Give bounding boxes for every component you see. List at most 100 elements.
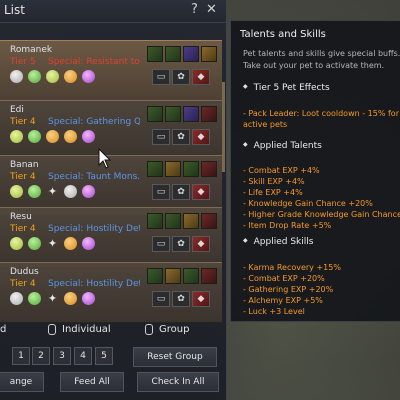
skill-icon xyxy=(82,292,95,305)
skill-icon xyxy=(28,237,41,250)
talent-line: - Life EXP +4% xyxy=(243,188,303,197)
skill-icon xyxy=(82,70,95,83)
reset-group-button[interactable]: Reset Group xyxy=(133,347,217,367)
pet-tier: Tier 4 xyxy=(10,279,36,289)
window-titlebar[interactable]: List ? ✕ xyxy=(0,0,226,23)
pet-tier: Tier 4 xyxy=(10,172,36,182)
talent-icon xyxy=(183,213,199,229)
talent-line: - Item Drop Rate +5% xyxy=(243,221,332,230)
skill-line: - Alchemy EXP +5% xyxy=(243,296,323,305)
group-3-button[interactable]: 3 xyxy=(53,347,71,365)
skill-icon xyxy=(82,185,95,198)
window-title: List xyxy=(4,3,25,17)
talent-icon xyxy=(201,161,217,177)
skill-icon xyxy=(64,70,77,83)
pet-name: Edi xyxy=(10,105,24,115)
skill-line: - Gathering EXP +20% xyxy=(243,285,334,294)
talent-line: - Knowledge Gain Chance +20% xyxy=(243,199,373,208)
mode-row: d Individual Group xyxy=(0,318,226,340)
talent-icon xyxy=(147,106,163,122)
skill-icon xyxy=(10,130,23,143)
paw-icon[interactable]: ✿ xyxy=(172,69,190,85)
car-icon[interactable]: ▭ xyxy=(152,129,170,145)
feed-icon[interactable]: ◆ xyxy=(192,291,210,307)
skill-line: - Karma Recovery +15% xyxy=(243,263,341,272)
pet-special: Special: Gathering Q... xyxy=(48,117,140,127)
feed-icon[interactable]: ◆ xyxy=(192,236,210,252)
car-icon[interactable]: ▭ xyxy=(152,236,170,252)
talent-icon xyxy=(165,268,181,284)
skill-icon xyxy=(64,292,77,305)
tooltip-desc: Take out your pet to activate them. xyxy=(243,61,385,70)
talent-icon xyxy=(147,46,163,62)
feed-all-button[interactable]: Feed All xyxy=(60,372,124,392)
paw-icon[interactable]: ✿ xyxy=(172,184,190,200)
mode-label: d xyxy=(0,324,7,335)
tier5-effect: active pets xyxy=(243,120,288,129)
group-1-button[interactable]: 1 xyxy=(12,347,30,365)
car-icon[interactable]: ▭ xyxy=(152,69,170,85)
car-icon[interactable]: ▭ xyxy=(152,291,170,307)
change-button[interactable]: ange xyxy=(0,372,44,392)
talent-icon xyxy=(201,46,217,62)
close-icon[interactable]: ✕ xyxy=(206,2,217,17)
skill-icon xyxy=(10,70,23,83)
group-4-button[interactable]: 4 xyxy=(74,347,92,365)
skill-icon xyxy=(10,292,23,305)
action-row: ange Feed All Check In All xyxy=(0,372,226,392)
pet-name: Romanek xyxy=(10,45,53,55)
tooltip-title: Talents and Skills xyxy=(240,29,326,40)
pet-name: Banan xyxy=(10,160,39,170)
pet-tier: Tier 4 xyxy=(10,224,36,234)
skill-icon xyxy=(28,292,41,305)
feed-icon[interactable]: ◆ xyxy=(192,184,210,200)
paw-icon[interactable]: ✿ xyxy=(172,291,190,307)
pet-name: Dudus xyxy=(10,267,39,277)
individual-button[interactable]: Individual xyxy=(62,324,111,335)
skill-icon xyxy=(64,185,77,198)
group-2-button[interactable]: 2 xyxy=(32,347,50,365)
skill-icon xyxy=(64,237,77,250)
tooltip-desc: Pet talents and skills give special buff… xyxy=(243,49,400,58)
pet-row-resu[interactable]: Resu Tier 4 Special: Hostility Det... ✦ … xyxy=(0,207,222,268)
talent-line: - Skill EXP +4% xyxy=(243,177,305,186)
talent-icon xyxy=(183,106,199,122)
feed-icon[interactable]: ◆ xyxy=(192,129,210,145)
help-icon[interactable]: ? xyxy=(191,2,198,17)
talents-tooltip: Talents and Skills Pet talents and skill… xyxy=(230,20,400,322)
skill-icon xyxy=(28,70,41,83)
scrollbar[interactable] xyxy=(222,82,225,172)
talent-icon xyxy=(183,46,199,62)
paw-icon[interactable]: ✿ xyxy=(172,129,190,145)
talent-line: - Higher Grade Knowledge Gain Chance xyxy=(243,210,400,219)
pet-tier: Tier 5 xyxy=(10,57,36,67)
pet-special: Special: Hostility Det... xyxy=(48,279,140,289)
pet-name: Resu xyxy=(10,212,32,222)
tier5-heading: Tier 5 Pet Effects xyxy=(243,83,330,93)
pet-special: Special: Taunt Mons... xyxy=(48,172,140,182)
talent-icon xyxy=(201,106,217,122)
skill-icon xyxy=(10,237,23,250)
sparkle-icon: ✦ xyxy=(47,292,58,305)
talent-icon xyxy=(201,213,217,229)
skill-icon xyxy=(82,130,95,143)
talent-icon xyxy=(165,106,181,122)
car-icon[interactable]: ▭ xyxy=(152,184,170,200)
feed-icon[interactable]: ◆ xyxy=(192,69,210,85)
talent-line: - Combat EXP +4% xyxy=(243,166,320,175)
group-5-button[interactable]: 5 xyxy=(95,347,113,365)
mouse-cursor-icon xyxy=(98,148,112,169)
group-row: 1 2 3 4 5 Reset Group xyxy=(0,345,226,367)
pet-list-window: List ? ✕ Romanek Tier 5 Special: Resista… xyxy=(0,0,227,400)
group-button[interactable]: Group xyxy=(159,324,189,335)
talent-icon xyxy=(147,161,163,177)
check-in-all-button[interactable]: Check In All xyxy=(137,372,219,392)
paw-icon[interactable]: ✿ xyxy=(172,236,190,252)
pet-row-dudus[interactable]: Dudus Tier 4 Special: Hostility Det... ✦… xyxy=(0,262,222,323)
skill-icon xyxy=(46,70,59,83)
skill-line: - Luck +3 Level xyxy=(243,307,305,316)
sparkle-icon: ✦ xyxy=(47,237,58,250)
talent-icon xyxy=(165,46,181,62)
mouse-icon xyxy=(48,324,56,335)
pet-row-romanek[interactable]: Romanek Tier 5 Special: Resistant to... … xyxy=(0,40,222,101)
